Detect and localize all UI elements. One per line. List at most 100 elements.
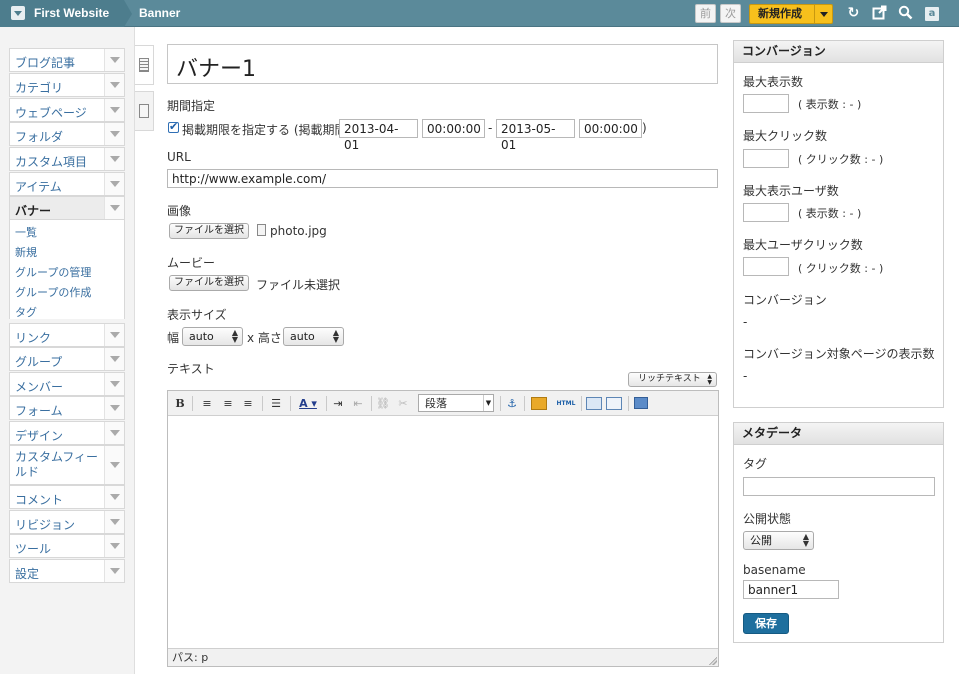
submenu-item-tags[interactable]: タグ xyxy=(15,304,37,320)
sidebar-item-tools[interactable]: ツール xyxy=(9,534,125,558)
movie-file-button[interactable]: ファイルを選択 xyxy=(169,275,249,291)
align-center-icon[interactable]: ≡ xyxy=(221,396,235,411)
chevron-down-icon[interactable] xyxy=(104,173,124,195)
site-name[interactable]: First Website xyxy=(34,6,109,20)
chevron-down-icon[interactable] xyxy=(814,5,832,23)
sidebar-item-settings[interactable]: 設定 xyxy=(9,559,125,583)
submenu-item-list[interactable]: 一覧 xyxy=(15,224,37,240)
chevron-down-icon[interactable] xyxy=(104,49,124,71)
chevron-down-icon[interactable] xyxy=(104,324,124,346)
rich-text-editor[interactable]: B ≡ ≡ ≡ ☰ A ▾ ⇥ ⇤ ⛓ ✂ 段落 ▼ ⚓ HTML パス: p xyxy=(167,390,719,667)
link-icon[interactable]: ⛓ xyxy=(376,396,390,411)
sidebar-item-entries[interactable]: ブログ記事 xyxy=(9,48,125,72)
prev-button[interactable]: 前 xyxy=(695,4,716,23)
chevron-down-icon[interactable] xyxy=(104,446,124,484)
tag-input[interactable] xyxy=(743,477,935,496)
sidebar-item-design[interactable]: デザイン xyxy=(9,421,125,445)
submenu-item-create-group[interactable]: グループの作成 xyxy=(15,284,91,300)
sidebar-item-revisions[interactable]: リビジョン xyxy=(9,510,125,534)
resize-handle-icon[interactable] xyxy=(709,657,717,665)
start-date-input[interactable]: 2013-04-01 xyxy=(339,119,418,152)
html-icon[interactable]: HTML xyxy=(555,396,577,411)
sidebar-item-label: リンク xyxy=(15,331,52,345)
sidebar-item-categories[interactable]: カテゴリ xyxy=(9,73,125,97)
submenu-item-new[interactable]: 新規 xyxy=(15,244,37,260)
width-select[interactable]: auto ▲ ▼ xyxy=(182,327,243,346)
sidebar-item-comments[interactable]: コメント xyxy=(9,485,125,509)
sidebar-item-members[interactable]: メンバー xyxy=(9,372,125,396)
toolbar-separator xyxy=(290,396,291,411)
tab-form[interactable] xyxy=(135,45,154,85)
max-clicks-input[interactable] xyxy=(743,149,789,168)
status-select[interactable]: 公開 ▲ ▼ xyxy=(743,531,814,550)
anchor-icon[interactable]: ⚓ xyxy=(505,396,519,411)
height-select[interactable]: auto ▲ ▼ xyxy=(283,327,344,346)
unlink-icon[interactable]: ✂ xyxy=(396,396,410,411)
indent-icon[interactable]: ⇥ xyxy=(331,396,345,411)
sidebar-item-forms[interactable]: フォーム xyxy=(9,396,125,420)
chevron-down-icon[interactable] xyxy=(104,486,124,508)
sidebar-item-pages[interactable]: ウェブページ xyxy=(9,98,125,122)
next-button[interactable]: 次 xyxy=(720,4,741,23)
sidebar-item-label: 設定 xyxy=(15,567,40,581)
end-date-input[interactable]: 2013-05-01 xyxy=(496,119,575,152)
new-entry-button[interactable]: 新規作成 xyxy=(749,4,833,24)
chevron-down-icon[interactable] xyxy=(104,148,124,170)
period-checkbox[interactable] xyxy=(168,120,179,133)
conversion-value: - xyxy=(743,315,748,329)
search-icon[interactable] xyxy=(897,5,914,22)
start-time-input[interactable]: 00:00:00 xyxy=(422,119,485,138)
sidebar-item-links[interactable]: リンク xyxy=(9,323,125,347)
chevron-down-icon[interactable]: ▼ xyxy=(483,395,493,411)
image-file-button[interactable]: ファイルを選択 xyxy=(169,223,249,239)
max-click-users-input[interactable] xyxy=(743,257,789,276)
max-impressions-input[interactable] xyxy=(743,94,789,113)
bold-icon[interactable]: B xyxy=(174,396,186,411)
chevron-down-icon[interactable] xyxy=(104,123,124,145)
view-users-note: ( 表示数 : - ) xyxy=(798,207,862,220)
chevron-down-icon[interactable] xyxy=(104,197,124,219)
chevron-down-icon[interactable] xyxy=(104,560,124,582)
site-menu[interactable]: First Website xyxy=(0,0,124,27)
max-view-users-input[interactable] xyxy=(743,203,789,222)
submenu-item-manage-groups[interactable]: グループの管理 xyxy=(15,264,91,280)
chevron-down-icon[interactable] xyxy=(104,397,124,419)
chevron-down-icon[interactable] xyxy=(104,422,124,444)
sidebar-item-label: ウェブページ xyxy=(15,106,87,120)
title-input[interactable]: バナー1 xyxy=(167,44,718,84)
sidebar-item-assets[interactable]: アイテム xyxy=(9,172,125,196)
sidebar-item-custom-fields[interactable]: カスタムフィールド xyxy=(9,445,125,485)
bullet-list-icon[interactable]: ☰ xyxy=(269,396,283,411)
format-select[interactable]: 段落 ▼ xyxy=(418,394,494,412)
insert-image-icon[interactable] xyxy=(531,397,547,410)
insert-file-icon[interactable] xyxy=(606,397,622,410)
end-time-input[interactable]: 00:00:00 xyxy=(579,119,642,138)
toolbar-separator xyxy=(371,396,372,411)
url-input[interactable]: http://www.example.com/ xyxy=(167,169,718,188)
sidebar-item-custom-items[interactable]: カスタム項目 xyxy=(9,147,125,171)
image-file-name: photo.jpg xyxy=(270,224,327,238)
editor-mode-select[interactable]: リッチテキスト ▲ ▼ xyxy=(628,372,717,387)
save-button[interactable]: 保存 xyxy=(743,613,789,634)
refresh-icon[interactable]: ↻ xyxy=(845,5,862,22)
chevron-down-icon[interactable] xyxy=(104,99,124,121)
sidebar-item-banners[interactable]: バナー xyxy=(9,196,125,220)
basename-input[interactable]: banner1 xyxy=(743,580,839,599)
align-right-icon[interactable]: ≡ xyxy=(241,396,255,411)
insert-asset-icon[interactable] xyxy=(586,397,602,410)
chevron-down-icon[interactable] xyxy=(104,535,124,557)
tab-preview[interactable] xyxy=(135,91,154,131)
user-icon[interactable]: a xyxy=(925,7,939,21)
site-dropdown-icon[interactable] xyxy=(11,6,25,20)
outdent-icon[interactable]: ⇤ xyxy=(351,396,365,411)
chevron-down-icon[interactable] xyxy=(104,511,124,533)
text-color-icon[interactable]: A ▾ xyxy=(296,396,320,411)
sidebar-item-groups[interactable]: グループ xyxy=(9,347,125,371)
chevron-down-icon[interactable] xyxy=(104,373,124,395)
external-link-icon[interactable] xyxy=(871,5,888,22)
align-left-icon[interactable]: ≡ xyxy=(200,396,214,411)
sidebar-item-folders[interactable]: フォルダ xyxy=(9,122,125,146)
chevron-down-icon[interactable] xyxy=(104,348,124,370)
fullscreen-icon[interactable] xyxy=(634,397,648,409)
chevron-down-icon[interactable] xyxy=(104,74,124,96)
